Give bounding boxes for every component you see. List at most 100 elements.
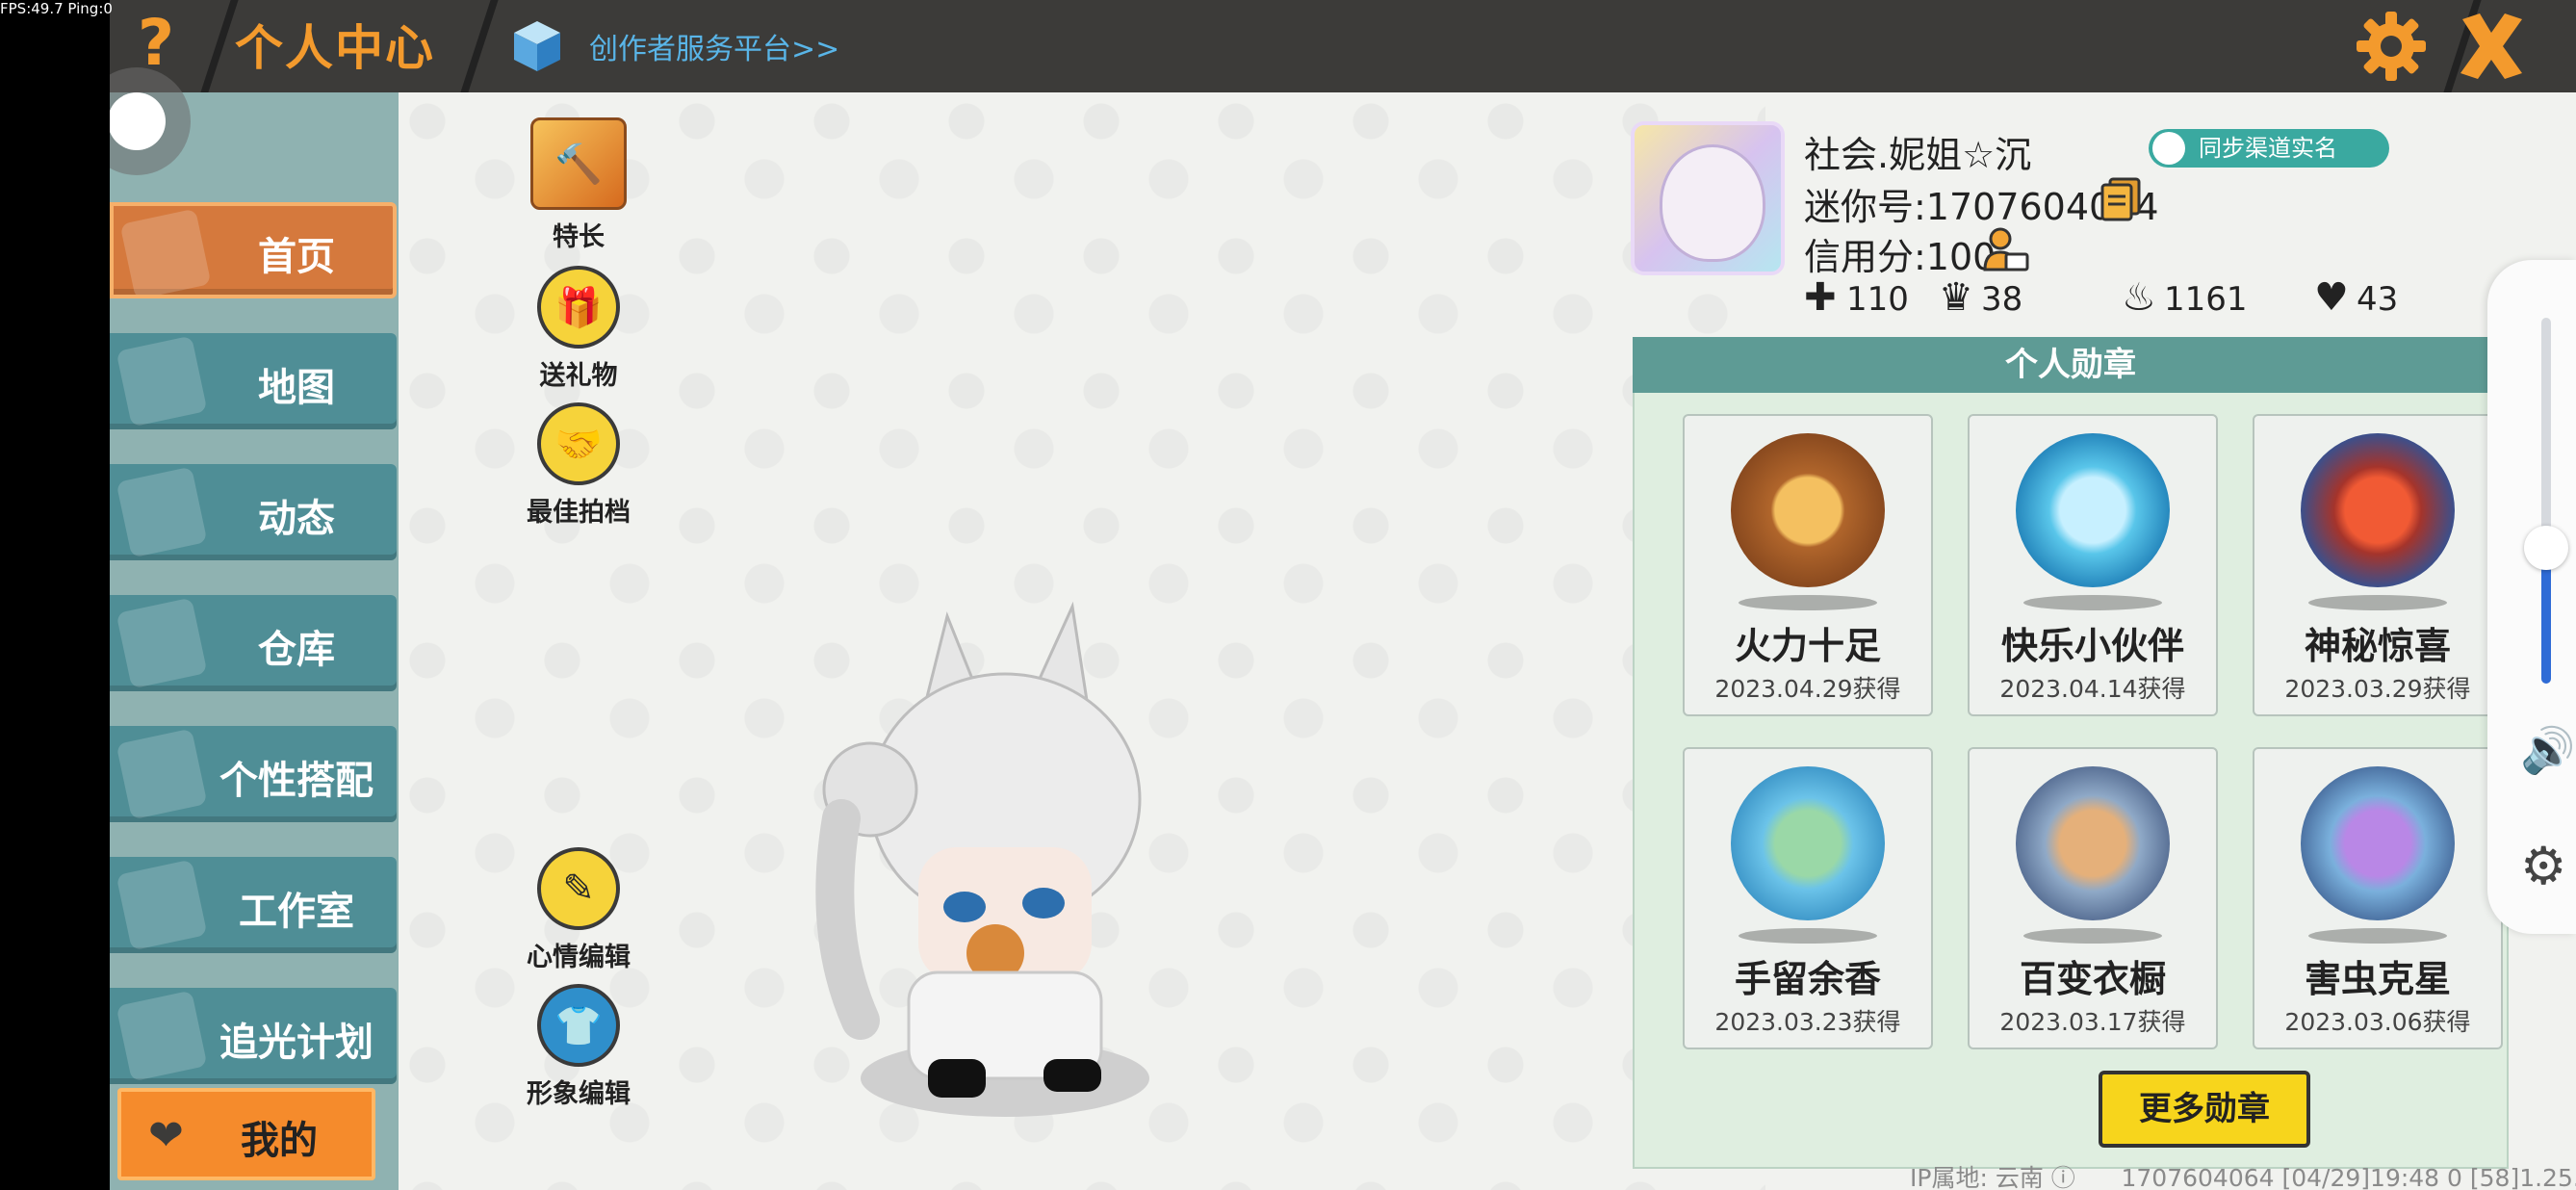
medal-shadow	[2308, 595, 2447, 610]
stat-likes[interactable]: ♥ 43	[2314, 275, 2398, 320]
volume-slider-knob[interactable]	[2524, 526, 2568, 570]
gear-icon[interactable]: ⚙	[2520, 836, 2566, 896]
friends-medal-icon	[2016, 433, 2170, 587]
stat-follow-value: 110	[1846, 280, 1909, 319]
avatar-face	[1660, 144, 1765, 262]
badge-date: 2023.03.17获得	[1999, 1008, 2186, 1036]
nav-warehouse[interactable]: 仓库	[110, 595, 397, 691]
stat-fans[interactable]: ♛ 38	[1939, 275, 2022, 320]
tree-icon	[116, 859, 208, 951]
medal-shadow	[2023, 595, 2162, 610]
gift-icon: 🎁	[537, 266, 620, 349]
credit-score: 信用分:100	[1804, 236, 1996, 278]
stat-fans-value: 38	[1981, 280, 2023, 319]
badge-card[interactable]: 火力十足 2023.04.29获得	[1683, 414, 1933, 716]
stat-hot-value: 1161	[2164, 280, 2248, 319]
badge-date: 2023.03.29获得	[2284, 675, 2471, 703]
badge-name: 神秘惊喜	[2304, 625, 2451, 667]
badge-card[interactable]: 神秘惊喜 2023.03.29获得	[2253, 414, 2503, 716]
more-badges-button[interactable]: 更多勋章	[2099, 1071, 2310, 1148]
speaker-icon[interactable]: 🔊	[2520, 724, 2575, 777]
badge-date: 2023.04.29获得	[1714, 675, 1901, 703]
plus-icon: ✚	[1804, 275, 1837, 320]
skill-icon: 🔨	[530, 117, 627, 210]
nav-label: 地图	[258, 366, 335, 410]
nav-label: 追光计划	[219, 1021, 374, 1065]
gear-icon[interactable]	[2353, 8, 2430, 85]
gift-box-medal-icon	[2301, 433, 2455, 587]
badge-date: 2023.04.14获得	[1999, 675, 2186, 703]
mood-edit-label: 心情编辑	[527, 943, 631, 972]
nav-mine[interactable]: ❤ 我的	[117, 1088, 375, 1180]
nav-label: 个性搭配	[219, 759, 374, 803]
nav-label: 动态	[258, 497, 335, 541]
floating-control-panel	[2487, 260, 2576, 934]
volume-slider-fill	[2541, 551, 2551, 684]
creator-platform-link[interactable]: 创作者服务平台>>	[589, 25, 839, 67]
nav-feed[interactable]: 动态	[110, 464, 397, 560]
badge-card[interactable]: 百变衣橱 2023.03.17获得	[1968, 747, 2218, 1049]
fans-icon: ♛	[1939, 275, 1973, 320]
nav-mine-label: 我的	[241, 1119, 318, 1163]
nav-label: 首页	[258, 235, 335, 279]
skill-button[interactable]: 🔨 特长	[506, 117, 651, 253]
version-info: 1707604064 [04/29]19:48 0 [58]1.25.6	[2121, 1164, 2576, 1190]
badge-date: 2023.03.06获得	[2284, 1008, 2471, 1036]
home-icon	[119, 208, 212, 295]
character-icon	[116, 728, 208, 820]
gift-button[interactable]: 🎁 送礼物	[506, 266, 651, 392]
fps-ping-readout: FPS:49.7 Ping:0	[0, 0, 113, 17]
badge-card[interactable]: 快乐小伙伴 2023.04.14获得	[1968, 414, 2218, 716]
heart-icon: ❤	[148, 1111, 184, 1160]
medal-shadow	[2308, 928, 2447, 944]
badge-date: 2023.03.23获得	[1714, 1008, 1901, 1036]
sync-realname-badge[interactable]: 同步渠道实名	[2149, 129, 2389, 168]
treasure-chest-medal-icon	[1731, 433, 1885, 587]
spark-icon	[116, 990, 208, 1082]
cube-icon[interactable]	[508, 17, 566, 75]
frog-medal-icon	[1731, 766, 1885, 920]
appearance-edit-label: 形象编辑	[527, 1079, 631, 1109]
best-partner-button[interactable]: 🤝 最佳拍档	[506, 402, 651, 529]
mood-edit-button[interactable]: ✎ 心情编辑	[506, 847, 651, 973]
stat-hot[interactable]: ♨ 1161	[2122, 275, 2248, 320]
badge-name: 快乐小伙伴	[2000, 625, 2184, 667]
copy-icon[interactable]	[2100, 177, 2143, 221]
player-name: 社会.妮姐☆沉	[1804, 134, 2032, 176]
nav-studio[interactable]: 工作室	[110, 857, 397, 953]
clothes-icon: 👕	[537, 984, 620, 1067]
player-character[interactable]	[803, 597, 1207, 1155]
page-title: 个人中心	[235, 20, 435, 76]
stat-follow[interactable]: ✚ 110	[1804, 275, 1909, 320]
appearance-edit-button[interactable]: 👕 形象编辑	[506, 984, 651, 1110]
sync-realname-label: 同步渠道实名	[2199, 135, 2337, 162]
badge-name: 百变衣橱	[2019, 958, 2166, 1000]
best-partner-label: 最佳拍档	[527, 498, 631, 528]
badge-card[interactable]: 害虫克星 2023.03.06获得	[2253, 747, 2503, 1049]
nav-label: 仓库	[258, 628, 335, 672]
medal-shadow	[1739, 595, 1877, 610]
badge-name: 手留余香	[1734, 958, 1881, 1000]
info-icon: ⓘ	[2050, 1164, 2075, 1190]
badge-name: 火力十足	[1734, 625, 1881, 667]
nav-outfit[interactable]: 个性搭配	[110, 726, 397, 822]
flame-icon: ♨	[2122, 275, 2156, 320]
skill-label: 特长	[553, 222, 605, 252]
nav-map[interactable]: 地图	[110, 333, 397, 429]
nav-home[interactable]: 首页	[110, 202, 397, 298]
badge-name: 害虫克星	[2304, 958, 2451, 1000]
bell-icon	[116, 466, 208, 558]
nav-label: 工作室	[239, 890, 354, 934]
nav-chase-light[interactable]: 追光计划	[110, 988, 397, 1084]
joystick-knob[interactable]	[110, 92, 166, 150]
map-icon	[116, 335, 208, 427]
id-card-icon[interactable]	[1981, 225, 2029, 273]
badge-panel-title: 个人勋章	[1633, 337, 2509, 393]
close-icon[interactable]	[2451, 6, 2532, 87]
badge-card[interactable]: 手留余香 2023.03.23获得	[1683, 747, 1933, 1049]
gift-label: 送礼物	[539, 361, 618, 391]
screen: ? 个人中心 创作者服务平台>> 首页 地图 动态 仓库 个性搭配 工作室 追光…	[110, 0, 2576, 1190]
medal-shadow	[1739, 928, 1877, 944]
bear-mirror-medal-icon	[2016, 766, 2170, 920]
avatar[interactable]	[1631, 121, 1785, 275]
